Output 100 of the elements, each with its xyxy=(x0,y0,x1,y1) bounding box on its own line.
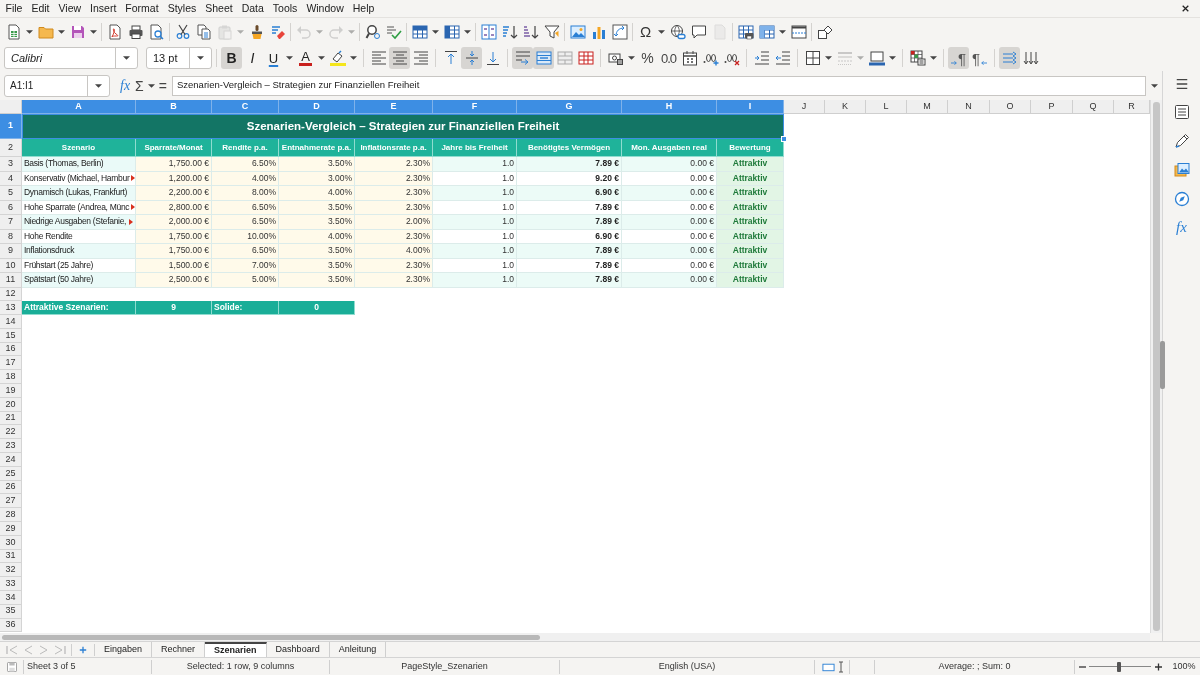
caret-icon[interactable] xyxy=(95,83,102,88)
zoom-level[interactable]: 100% xyxy=(1172,659,1196,674)
row-header[interactable]: 22 xyxy=(0,425,22,440)
row-header[interactable]: 18 xyxy=(0,370,22,385)
scrollbar-thumb[interactable] xyxy=(2,634,540,640)
row-header[interactable]: 33 xyxy=(0,577,22,592)
row-header[interactable]: 27 xyxy=(0,494,22,509)
caret-icon[interactable] xyxy=(318,56,325,60)
menu-item[interactable]: Window xyxy=(301,0,349,17)
wrap-text-button[interactable] xyxy=(512,47,533,69)
gallery-icon[interactable] xyxy=(1173,162,1190,178)
sheet-tab[interactable]: Eingaben xyxy=(95,641,153,658)
column-header[interactable]: K xyxy=(825,100,866,114)
menu-item[interactable]: Format xyxy=(120,0,164,17)
merge-center-button[interactable] xyxy=(533,47,554,69)
number-format-button[interactable]: 0.0 xyxy=(658,47,679,69)
horizontal-scrollbar[interactable] xyxy=(0,633,1150,641)
caret-icon[interactable] xyxy=(825,56,832,60)
column-header[interactable]: L xyxy=(866,100,907,114)
formula-input[interactable]: Szenarien-Vergleich – Strategien zur Finanziellen Freiheit xyxy=(171,75,1146,96)
close-icon[interactable] xyxy=(1181,4,1190,13)
caret-icon[interactable] xyxy=(889,56,896,60)
add-icon[interactable] xyxy=(79,645,87,654)
caret-icon[interactable] xyxy=(123,56,130,60)
column-header[interactable]: J xyxy=(784,100,825,114)
row-header[interactable]: 28 xyxy=(0,508,22,523)
special-character-button[interactable]: Ω xyxy=(635,20,656,43)
zoom-in-icon[interactable] xyxy=(1154,662,1163,671)
caret-icon[interactable] xyxy=(779,29,786,34)
underline-button[interactable]: U xyxy=(263,47,284,69)
fill-handle[interactable] xyxy=(781,136,787,142)
properties-icon[interactable] xyxy=(1173,104,1190,120)
caret-icon[interactable] xyxy=(1150,83,1158,88)
row-header[interactable]: 19 xyxy=(0,384,22,398)
percent-format-button[interactable]: % xyxy=(637,47,658,69)
font-color-button[interactable]: A xyxy=(295,47,316,69)
caret-icon[interactable] xyxy=(147,83,155,88)
highlight-color-button[interactable] xyxy=(327,47,348,69)
column-header[interactable]: R xyxy=(1114,100,1150,114)
row-header[interactable]: 17 xyxy=(0,356,22,371)
row-header[interactable]: 5 xyxy=(0,186,22,201)
menu-item[interactable]: Sheet xyxy=(200,0,238,17)
sheet-tab[interactable]: Dashboard xyxy=(266,641,330,658)
row-header[interactable]: 24 xyxy=(0,453,22,467)
column-header[interactable]: Q xyxy=(1073,100,1114,114)
caret-icon[interactable] xyxy=(90,29,97,34)
row-header[interactable]: 34 xyxy=(0,591,22,605)
caret-icon[interactable] xyxy=(930,56,937,60)
row-header[interactable]: 29 xyxy=(0,522,22,536)
compass-icon[interactable] xyxy=(1173,191,1190,207)
row-header[interactable]: 3 xyxy=(0,157,22,172)
slider-thumb[interactable] xyxy=(1116,661,1121,672)
left-to-right-button[interactable]: ¶ xyxy=(948,47,969,69)
caret-icon[interactable] xyxy=(464,29,471,34)
row-header[interactable]: 32 xyxy=(0,563,22,578)
menu-item[interactable]: Insert xyxy=(85,0,121,17)
sheet-tab[interactable]: Anleitung xyxy=(329,641,387,658)
menu-item[interactable]: File xyxy=(1,0,27,17)
row-header[interactable]: 14 xyxy=(0,315,22,329)
name-box[interactable]: A1:I1 xyxy=(4,74,110,97)
align-center-button[interactable] xyxy=(389,47,410,69)
font-name-field[interactable]: Calibri xyxy=(4,47,138,69)
caret-icon[interactable] xyxy=(628,56,635,60)
row-header[interactable]: 2 xyxy=(0,139,22,157)
column-header[interactable]: N xyxy=(948,100,990,114)
bold-button[interactable]: B xyxy=(221,47,242,69)
menu-item[interactable]: Help xyxy=(348,0,379,17)
sidebar-handle[interactable] xyxy=(1160,341,1165,389)
font-size-field[interactable]: 13 pt xyxy=(146,47,212,69)
right-to-left-button[interactable]: ¶ xyxy=(969,47,990,69)
horizontal-text-button[interactable] xyxy=(999,47,1020,69)
text-cursor-icon[interactable] xyxy=(837,660,845,673)
caret-icon[interactable] xyxy=(197,56,204,60)
menu-item[interactable]: Data xyxy=(237,0,269,17)
pen-icon[interactable] xyxy=(1173,133,1190,149)
menu-item[interactable]: Tools xyxy=(268,0,302,17)
functions-button[interactable]: fx xyxy=(1176,220,1187,235)
caret-icon[interactable] xyxy=(658,29,665,34)
row-header[interactable]: 11 xyxy=(0,273,22,288)
column-header[interactable]: M xyxy=(907,100,948,114)
conditional-format-button[interactable] xyxy=(907,47,928,69)
row-header[interactable]: 23 xyxy=(0,439,22,454)
sheet-tab[interactable]: Szenarien xyxy=(205,641,267,658)
row-header[interactable]: 13 xyxy=(0,301,22,316)
caret-icon[interactable] xyxy=(286,56,293,60)
row-header[interactable]: 7 xyxy=(0,215,22,230)
function-wizard-button[interactable]: fx xyxy=(118,75,133,96)
column-header[interactable]: O xyxy=(990,100,1031,114)
caret-icon[interactable] xyxy=(350,56,357,60)
menu-icon[interactable] xyxy=(1174,77,1189,91)
zoom-slider[interactable] xyxy=(1089,661,1151,672)
caret-icon[interactable] xyxy=(26,29,33,34)
caret-icon[interactable] xyxy=(432,29,439,34)
row-header[interactable]: 9 xyxy=(0,244,22,259)
italic-button[interactable]: I xyxy=(242,47,263,69)
column-header[interactable]: P xyxy=(1031,100,1073,114)
menu-item[interactable]: Styles xyxy=(163,0,201,17)
menu-item[interactable]: Edit xyxy=(26,0,54,17)
caret-icon[interactable] xyxy=(58,29,65,34)
sum-button[interactable]: Σ xyxy=(133,75,146,96)
